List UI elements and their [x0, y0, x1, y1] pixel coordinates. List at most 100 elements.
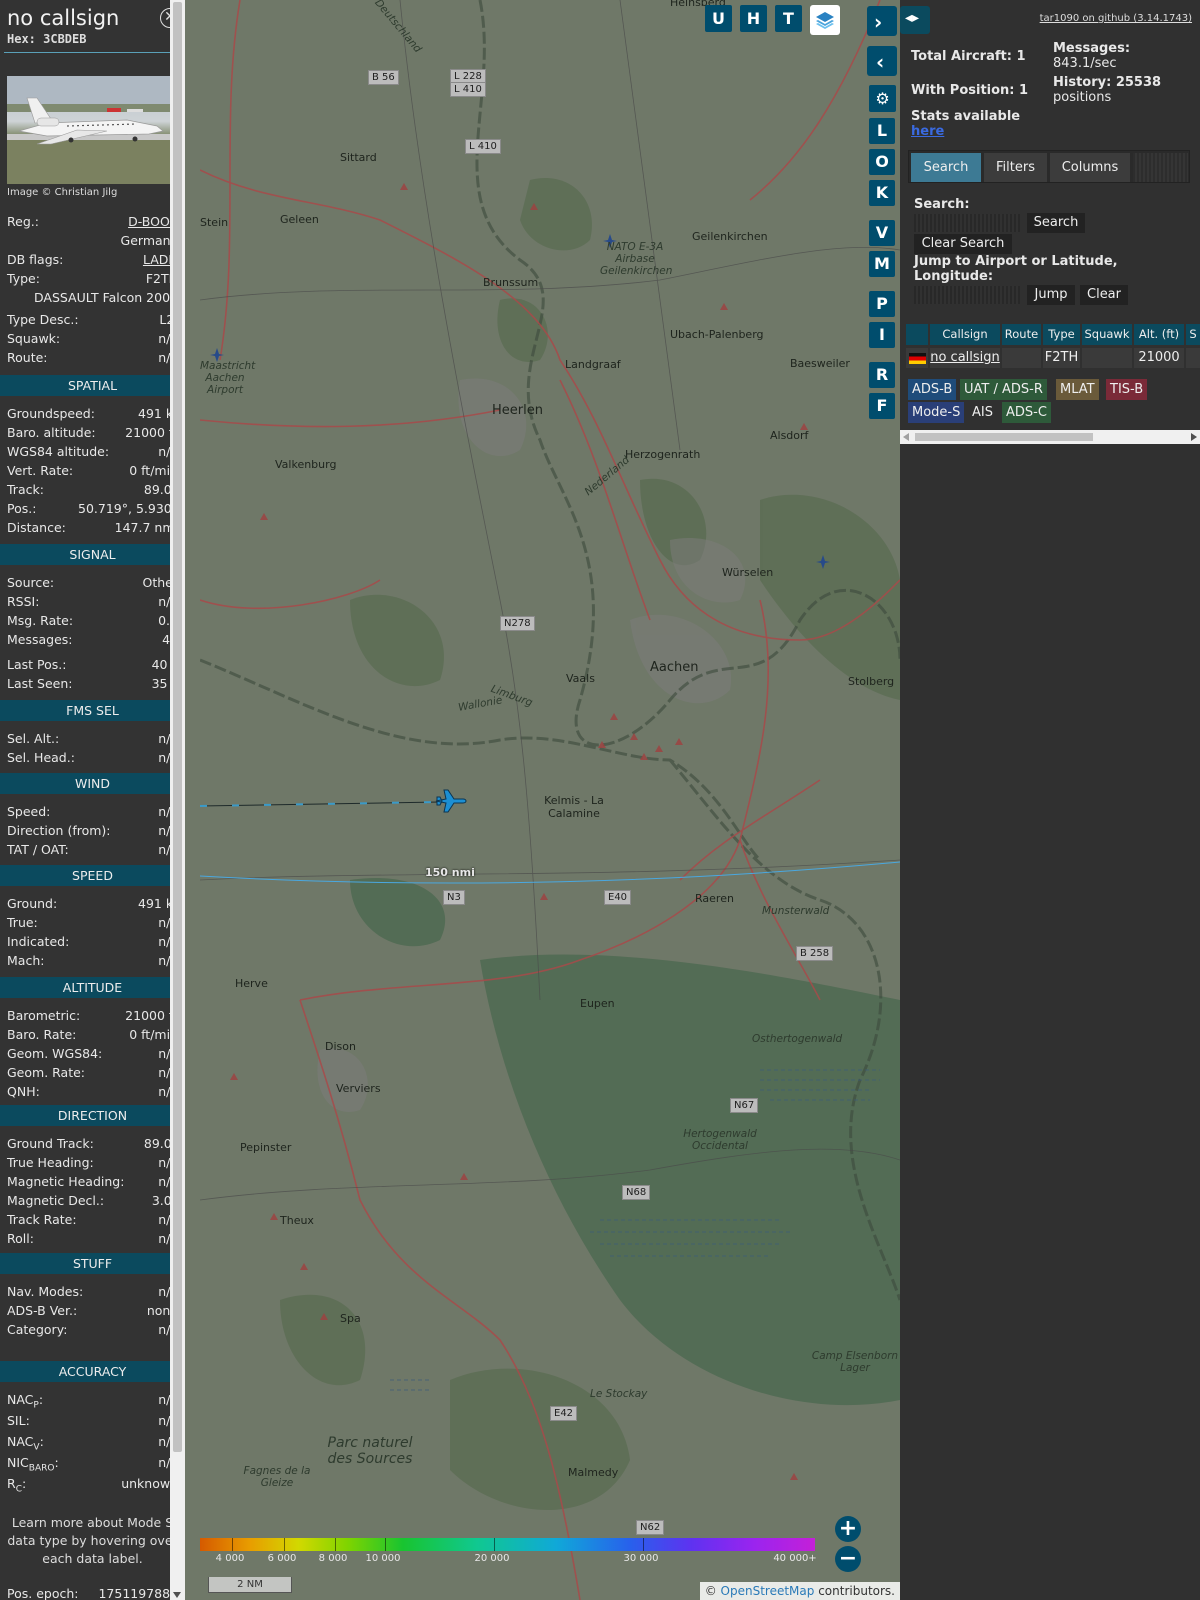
map-button-m[interactable]: M [869, 251, 895, 277]
map-button-v[interactable]: V [869, 220, 895, 246]
info-label[interactable]: Distance: [7, 520, 66, 535]
jump-button[interactable]: Jump [1027, 285, 1075, 305]
aircraft-marker[interactable] [434, 788, 468, 814]
info-label[interactable]: Indicated: [7, 934, 69, 949]
info-label[interactable]: Ground Track: [7, 1136, 94, 1151]
section-header-stuff[interactable]: STUFF [0, 1253, 185, 1274]
info-label[interactable]: ADS-B Ver.: [7, 1303, 77, 1318]
source-badge-mode-s[interactable]: Mode-S [908, 402, 965, 423]
section-header-signal[interactable]: SIGNAL [0, 544, 185, 565]
attribution-link[interactable]: OpenStreetMap [721, 1584, 815, 1598]
table-row-speed[interactable] [1186, 348, 1200, 368]
table-row-callsign[interactable]: no callsign [930, 348, 1000, 368]
github-link[interactable]: tar1090 on github (3.14.1743) [1040, 13, 1192, 24]
source-badge-tis-b[interactable]: TIS-B [1106, 379, 1148, 400]
column-type[interactable]: Type [1043, 324, 1080, 345]
table-hscrollbar[interactable] [900, 430, 1200, 444]
column-route[interactable]: Route [1002, 324, 1041, 345]
info-label[interactable]: NACP: [7, 1392, 43, 1411]
source-badge-mlat[interactable]: MLAT [1056, 379, 1099, 400]
column-speed[interactable]: S [1186, 324, 1200, 345]
info-label[interactable]: Ground: [7, 896, 57, 911]
zoom-in-button[interactable]: + [835, 1516, 861, 1542]
map-button-o[interactable]: O [869, 149, 895, 175]
info-label[interactable]: Baro. Rate: [7, 1027, 76, 1042]
column-flag[interactable] [906, 324, 928, 345]
info-scrollbar[interactable] [170, 0, 185, 1600]
column-squawk[interactable]: Squawk [1082, 324, 1132, 345]
scrollbar-thumb[interactable] [173, 2, 182, 1452]
info-label[interactable]: Last Pos.: [7, 657, 66, 672]
tab-columns[interactable]: Columns [1050, 153, 1130, 182]
source-badge-ads-c[interactable]: ADS-C [1002, 402, 1051, 423]
info-label[interactable]: Category: [7, 1322, 67, 1337]
info-label[interactable]: TAT / OAT: [7, 842, 69, 857]
aircraft-photo[interactable] [7, 76, 177, 184]
search-input[interactable] [914, 214, 1020, 232]
info-label[interactable]: Groundspeed: [7, 406, 95, 421]
table-row-flag[interactable] [906, 348, 928, 368]
jump-input[interactable] [914, 286, 1020, 304]
map-view[interactable]: Heinsberg Deutschland Sittard Geleen Stein Br… [200, 0, 900, 1600]
column-callsign[interactable]: Callsign [930, 324, 1000, 345]
map-button-l[interactable]: L [869, 118, 895, 144]
map-button-f[interactable]: F [869, 393, 895, 419]
info-label[interactable]: Msg. Rate: [7, 613, 73, 628]
info-label[interactable]: Direction (from): [7, 823, 111, 838]
search-button[interactable]: Search [1027, 213, 1085, 233]
info-label[interactable]: True: [7, 915, 38, 930]
info-label[interactable]: Geom. Rate: [7, 1065, 85, 1080]
stats-link[interactable]: here [911, 124, 944, 139]
settings-button[interactable]: ⚙ [869, 85, 896, 112]
section-header-direction[interactable]: DIRECTION [0, 1105, 185, 1126]
info-label[interactable]: Source: [7, 575, 54, 590]
info-label[interactable]: RSSI: [7, 594, 39, 609]
info-label[interactable]: NACV: [7, 1434, 44, 1453]
map-button-i[interactable]: I [869, 322, 895, 348]
source-badge-ads-b[interactable]: ADS-B [908, 379, 957, 400]
section-header-wind[interactable]: WIND [0, 773, 185, 794]
info-label[interactable]: WGS84 altitude: [7, 444, 109, 459]
info-label[interactable]: SIL: [7, 1413, 30, 1428]
info-label[interactable]: Track Rate: [7, 1212, 77, 1227]
scroll-left-icon[interactable] [903, 433, 909, 441]
source-badge-ais[interactable]: AIS [968, 402, 997, 423]
info-label[interactable]: RC: [7, 1476, 26, 1495]
clear-search-button[interactable]: Clear Search [914, 234, 1012, 254]
info-label[interactable]: Mach: [7, 953, 44, 968]
section-header-altitude[interactable]: ALTITUDE [0, 977, 185, 998]
info-label[interactable]: NICBARO: [7, 1455, 59, 1474]
shrink-sidebar-button[interactable]: ‹ [867, 46, 897, 76]
section-header-accuracy[interactable]: ACCURACY [0, 1361, 185, 1382]
section-header-fms-sel[interactable]: FMS SEL [0, 700, 185, 721]
info-label[interactable]: Magnetic Decl.: [7, 1193, 104, 1208]
info-label[interactable]: QNH: [7, 1084, 40, 1099]
info-label[interactable]: Nav. Modes: [7, 1284, 83, 1299]
layers-button[interactable] [810, 5, 840, 35]
info-label[interactable]: Sel. Head.: [7, 750, 75, 765]
info-label[interactable]: Geom. WGS84: [7, 1046, 102, 1061]
info-label[interactable]: Roll: [7, 1231, 34, 1246]
table-row-altitude[interactable]: 21000 [1134, 348, 1184, 368]
table-row-type[interactable]: F2TH [1043, 348, 1080, 368]
hscrollbar-thumb[interactable] [915, 433, 1093, 441]
info-label[interactable]: Barometric: [7, 1008, 80, 1023]
info-label[interactable]: Baro. altitude: [7, 425, 96, 440]
info-label[interactable]: True Heading: [7, 1155, 94, 1170]
map-button-t[interactable]: T [775, 5, 802, 32]
info-label[interactable]: Vert. Rate: [7, 463, 73, 478]
scroll-down-icon[interactable] [173, 1592, 181, 1598]
zoom-out-button[interactable]: − [835, 1546, 861, 1572]
info-label[interactable]: Pos.: [7, 501, 36, 516]
table-row-route[interactable] [1002, 348, 1041, 368]
collapse-toggle-button[interactable]: ◂▸ [900, 6, 930, 34]
column-altitude[interactable]: Alt. (ft) [1134, 324, 1184, 345]
section-header-spatial[interactable]: SPATIAL [0, 375, 185, 396]
info-label[interactable]: Speed: [7, 804, 50, 819]
map-button-k[interactable]: K [869, 180, 895, 206]
info-label[interactable]: Last Seen: [7, 676, 72, 691]
map-button-u[interactable]: U [705, 5, 732, 32]
map-button-r[interactable]: R [869, 362, 895, 388]
tab-filters[interactable]: Filters [984, 153, 1047, 182]
expand-sidebar-button[interactable]: › [867, 6, 897, 36]
